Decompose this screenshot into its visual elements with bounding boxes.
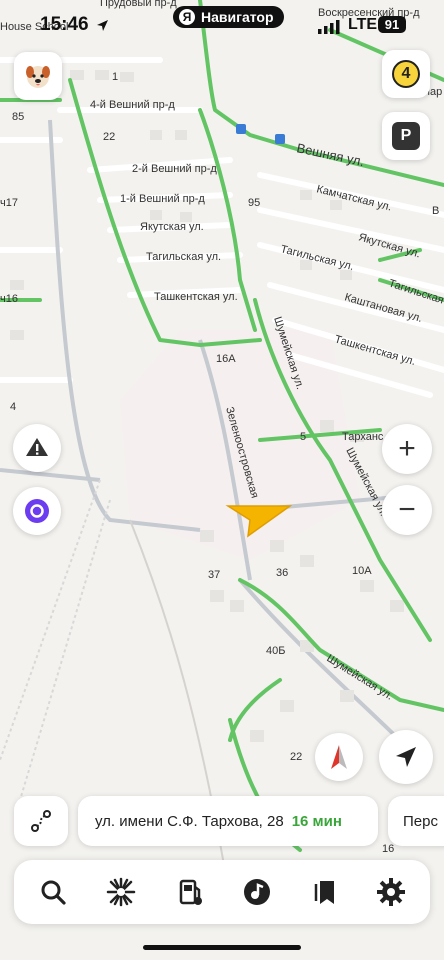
next-destination-label: Перс <box>403 812 438 830</box>
dog-avatar-icon <box>26 66 50 88</box>
discovery-icon <box>106 877 136 907</box>
search-button[interactable] <box>28 868 78 916</box>
map-label-5: 5 <box>300 431 306 443</box>
compass-icon <box>331 745 347 769</box>
navigation-arrow-icon <box>396 747 416 767</box>
map-label-22b: 22 <box>290 751 302 763</box>
bottom-toolbar <box>14 860 430 924</box>
yandex-logo: Я <box>179 9 195 25</box>
location-arrow-icon <box>97 20 108 31</box>
map-label-37: 37 <box>208 569 220 581</box>
profile-button[interactable] <box>14 52 62 100</box>
discovery-button[interactable] <box>96 868 146 916</box>
compass-button[interactable] <box>315 733 363 781</box>
destination-address: ул. имени С.Ф. Тархова, 28 <box>95 812 284 830</box>
map-label-22: 22 <box>103 131 115 143</box>
map-label-tashkentskaya: Ташкентская ул. <box>154 291 238 303</box>
my-location-button[interactable] <box>379 730 433 784</box>
map-label-40b: 40Б <box>266 645 285 657</box>
traffic-score: 4 <box>392 60 420 88</box>
app-pill[interactable]: Я Навигатор <box>173 6 284 28</box>
bookmarks-button[interactable] <box>300 868 350 916</box>
cellular-signal-icon <box>318 20 340 34</box>
warning-icon <box>26 438 48 456</box>
map-label-ch16: ч16 <box>0 293 18 305</box>
music-icon <box>244 879 270 905</box>
destination-row: ул. имени С.Ф. Тархова, 28 16 мин Перс <box>0 796 444 848</box>
map-label-95: 95 <box>248 197 260 209</box>
next-destination-card[interactable]: Перс <box>388 796 444 846</box>
map-label-tarkhanskaya: Тарханс <box>342 431 384 443</box>
settings-icon <box>377 878 405 906</box>
alice-assistant-button[interactable] <box>13 487 61 535</box>
parking-button[interactable]: P <box>382 112 430 160</box>
bookmarks-icon <box>314 881 334 904</box>
home-indicator[interactable] <box>143 945 301 950</box>
destination-card[interactable]: ул. имени С.Ф. Тархова, 28 16 мин <box>78 796 378 846</box>
parking-icon: P <box>392 122 420 150</box>
settings-button[interactable] <box>366 868 416 916</box>
map-label-yakutskaya: Якутская ул. <box>140 221 204 233</box>
status-bar: 15:46 Я Навигатор LTE 91 <box>0 0 444 50</box>
map-label-vesh1: 1-й Вешний пр-д <box>120 193 205 205</box>
map-label-vesh2: 2-й Вешний пр-д <box>132 163 217 175</box>
zoom-in-button[interactable]: + <box>382 424 432 474</box>
traffic-level-button[interactable]: 4 <box>382 50 430 98</box>
map-label-vesh4: 4-й Вешний пр-д <box>90 99 175 111</box>
map-label-10a: 10А <box>352 565 372 577</box>
map-label-1: 1 <box>112 71 118 83</box>
network-type: LTE <box>348 16 378 33</box>
gas-station-icon <box>179 879 202 905</box>
status-time: 15:46 <box>40 14 89 35</box>
report-incident-button[interactable] <box>13 424 61 472</box>
zoom-out-button[interactable]: − <box>382 485 432 535</box>
battery-indicator: 91 <box>378 16 406 33</box>
gas-station-button[interactable] <box>164 868 214 916</box>
destination-eta: 16 мин <box>291 812 342 830</box>
map-label-36: 36 <box>276 567 288 579</box>
route-icon <box>31 810 51 832</box>
map-label-16a: 16А <box>216 353 236 365</box>
map-label-v: В <box>432 205 439 217</box>
music-button[interactable] <box>232 868 282 916</box>
search-icon <box>41 880 66 905</box>
alice-icon <box>25 499 49 523</box>
app-pill-label: Навигатор <box>201 9 274 25</box>
map-label-85: 85 <box>12 111 24 123</box>
map-label-4: 4 <box>10 401 16 413</box>
map-label-tagilskaya: Тагильская ул. <box>146 251 221 263</box>
route-button[interactable] <box>14 796 68 846</box>
map-label-ch17: ч17 <box>0 197 18 209</box>
